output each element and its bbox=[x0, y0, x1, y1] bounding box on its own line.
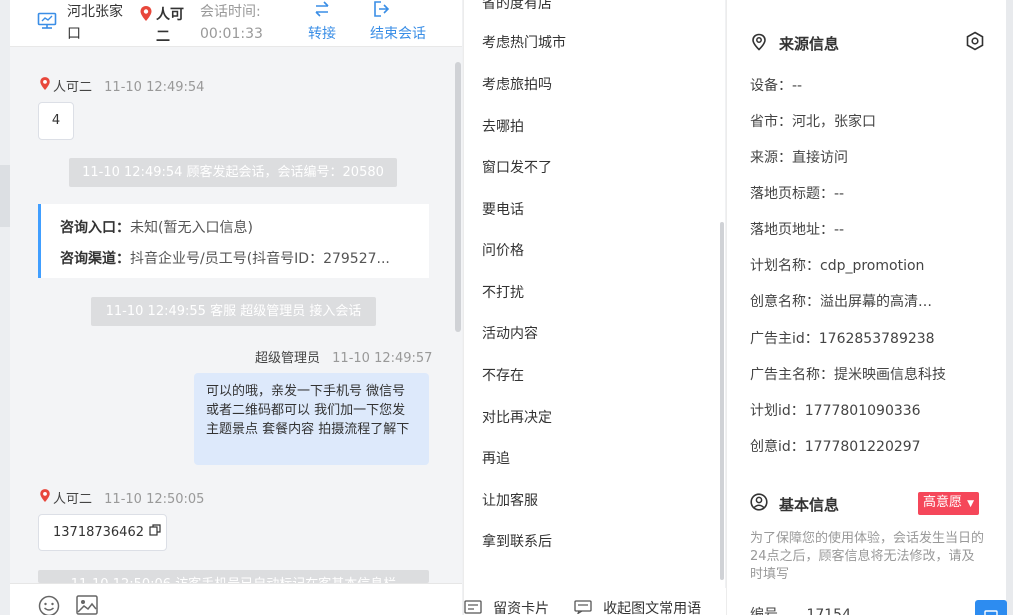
source-info-title: 来源信息 bbox=[779, 35, 840, 53]
message-time: 11-10 12:50:05 bbox=[104, 492, 205, 507]
field-serial: 编号 17154 bbox=[750, 604, 1000, 615]
common-phrases-panel: 省的度有店 考虑热门城市 考虑旅拍吗 去哪拍 窗口发不了 要电话 问价格 不打扰… bbox=[463, 0, 726, 615]
sender-name: 人可二 bbox=[53, 492, 93, 507]
phrase-item[interactable]: 问价格 bbox=[482, 240, 524, 260]
location-pin-icon bbox=[39, 488, 51, 508]
phrase-item[interactable]: 不存在 bbox=[482, 365, 524, 385]
message-text: 13718736462 bbox=[53, 525, 144, 540]
agent-message-bubble: 可以的哦，亲发一下手机号 微信号或者二维码都可以 我们加一下您发主题景点 套餐内… bbox=[194, 373, 429, 465]
serial-value: 17154 bbox=[806, 607, 851, 615]
collapse-phrases-label: 收起图文常用语 bbox=[603, 601, 702, 615]
transfer-button[interactable]: 转接 bbox=[302, 0, 342, 45]
phrase-item[interactable]: 不打扰 bbox=[482, 282, 524, 302]
system-notice: 11-10 12:49:54 顾客发起会话，会话编号：20580 bbox=[69, 158, 397, 187]
edit-notice: 为了保障您的使用体验，会话发生当日的24点之后，顾客信息将无法修改，请及时填写 bbox=[750, 531, 985, 582]
field-source: 来源：直接访问 bbox=[750, 150, 848, 166]
message-meta: 人可二 11-10 12:49:54 bbox=[53, 76, 204, 95]
exit-icon bbox=[370, 0, 434, 20]
lead-card-label: 留资卡片 bbox=[493, 601, 550, 615]
message-meta: 超级管理员 11-10 12:49:57 bbox=[255, 347, 432, 366]
field-landing-title: 落地页标题：-- bbox=[750, 186, 845, 202]
emoji-icon[interactable] bbox=[38, 595, 60, 615]
location-icon bbox=[751, 33, 767, 55]
consult-channel-label: 咨询渠道： bbox=[60, 251, 130, 267]
phrase-item[interactable]: 活动内容 bbox=[482, 323, 538, 343]
chat-header: 河北张家口 人可二 会话时间: 00:01:33 转接 结束会话 bbox=[10, 0, 462, 47]
field-creative-id: 创意id：1777801220297 bbox=[750, 439, 921, 455]
visitor-message-bubble: 13718736462 bbox=[38, 514, 167, 551]
floating-action-button[interactable] bbox=[975, 600, 1007, 615]
phrase-item[interactable]: 再追 bbox=[482, 448, 510, 468]
field-device: 设备：-- bbox=[750, 78, 803, 94]
phrase-item[interactable]: 拿到联系后 bbox=[482, 531, 552, 551]
left-strip-marker bbox=[0, 165, 10, 227]
visitor-message-bubble: 4 bbox=[38, 102, 74, 140]
end-session-label: 结束会话 bbox=[370, 26, 426, 42]
session-time-value: 00:01:33 bbox=[200, 26, 263, 42]
system-notice: 11-10 12:49:55 客服 超级管理员 接入会话 bbox=[91, 297, 376, 326]
phrases-footer: 留资卡片 收起图文常用语 bbox=[464, 588, 726, 615]
sender-name: 超级管理员 bbox=[255, 351, 321, 366]
phrase-item[interactable]: 省的度有店 bbox=[482, 0, 552, 13]
app-root: 河北张家口 人可二 会话时间: 00:01:33 转接 结束会话 人可二 11-… bbox=[0, 0, 1013, 615]
consult-entry-line: 咨询入口：未知(暂无入口信息) bbox=[60, 217, 425, 237]
field-advertiser-name: 广告主名称：提米映画信息科技 bbox=[750, 367, 946, 383]
phrase-item[interactable]: 考虑热门城市 bbox=[482, 32, 566, 52]
end-session-button[interactable]: 结束会话 bbox=[370, 0, 434, 45]
session-time-label: 会话时间: bbox=[200, 4, 261, 20]
message-text: 4 bbox=[51, 113, 61, 128]
settings-icon[interactable] bbox=[965, 31, 985, 55]
phrase-item[interactable]: 考虑旅拍吗 bbox=[482, 74, 552, 94]
phrase-item[interactable]: 要电话 bbox=[482, 199, 524, 219]
message-text: 可以的哦，亲发一下手机号 微信号或者二维码都可以 我们加一下您发主题景点 套餐内… bbox=[206, 384, 410, 437]
serial-label: 编号 bbox=[750, 607, 778, 615]
location-pin-icon bbox=[39, 76, 51, 96]
consult-info-card: 咨询入口：未知(暂无入口信息) 咨询渠道：抖音企业号/员工号(抖音号ID：279… bbox=[38, 204, 429, 278]
chat-toolbar bbox=[10, 583, 462, 615]
lead-card-button[interactable]: 留资卡片 bbox=[464, 598, 549, 615]
chat-panel: 河北张家口 人可二 会话时间: 00:01:33 转接 结束会话 人可二 11-… bbox=[10, 0, 462, 615]
sender-name: 人可二 bbox=[53, 80, 93, 95]
message-time: 11-10 12:49:57 bbox=[332, 351, 433, 366]
intent-tag[interactable]: 高意愿 ▼ bbox=[918, 492, 980, 515]
phrases-scrollbar[interactable] bbox=[720, 222, 724, 580]
customer-info-panel: 来源信息 设备：-- 省市：河北，张家口 来源：直接访问 落地页标题：-- 落地… bbox=[726, 0, 1006, 615]
visitor-location: 河北张家口 bbox=[67, 4, 123, 42]
caret-down-icon: ▼ bbox=[967, 499, 975, 509]
user-icon bbox=[750, 493, 768, 515]
transfer-label: 转接 bbox=[308, 26, 336, 42]
location-pin-icon bbox=[139, 5, 153, 27]
consult-entry-label: 咨询入口： bbox=[60, 220, 130, 236]
monitor-icon bbox=[37, 12, 57, 34]
phrase-item[interactable]: 对比再决定 bbox=[482, 407, 552, 427]
chat-icon bbox=[984, 605, 998, 615]
phrase-item[interactable]: 让加客服 bbox=[482, 490, 538, 510]
consult-channel-line: 咨询渠道：抖音企业号/员工号(抖音号ID：279527... bbox=[60, 248, 410, 268]
phrase-item[interactable]: 去哪拍 bbox=[482, 116, 524, 136]
message-icon bbox=[574, 599, 592, 615]
message-time: 11-10 12:49:54 bbox=[104, 80, 205, 95]
field-landing-url: 落地页地址：-- bbox=[750, 222, 845, 238]
transfer-icon bbox=[302, 0, 342, 20]
field-region: 省市：河北，张家口 bbox=[750, 114, 876, 130]
image-icon[interactable] bbox=[76, 595, 98, 615]
field-plan-id: 计划id：1777801090336 bbox=[750, 403, 921, 419]
copy-icon[interactable] bbox=[149, 515, 161, 550]
chat-scrollbar[interactable] bbox=[455, 62, 461, 332]
left-strip bbox=[0, 0, 10, 615]
card-icon bbox=[464, 599, 482, 615]
phrase-item[interactable]: 窗口发不了 bbox=[482, 157, 552, 177]
collapse-phrases-button[interactable]: 收起图文常用语 bbox=[574, 598, 701, 615]
consult-entry-value: 未知(暂无入口信息) bbox=[130, 220, 253, 236]
intent-tag-label: 高意愿 bbox=[923, 495, 963, 510]
basic-info-title: 基本信息 bbox=[779, 496, 840, 514]
right-edge bbox=[1006, 0, 1013, 615]
field-plan-name: 计划名称：cdp_promotion bbox=[750, 258, 925, 274]
consult-channel-value: 抖音企业号/员工号(抖音号ID：279527... bbox=[130, 251, 390, 267]
system-notice: 11-10 12:50:06 访客手机号已自动标记在客基本信息栏 bbox=[38, 570, 429, 583]
field-advertiser-id: 广告主id：1762853789238 bbox=[750, 331, 935, 347]
visitor-name: 人可二 bbox=[156, 7, 184, 44]
field-creative-name: 创意名称：溢出屏幕的高清画质 bbox=[750, 294, 932, 310]
message-meta: 人可二 11-10 12:50:05 bbox=[53, 488, 204, 507]
